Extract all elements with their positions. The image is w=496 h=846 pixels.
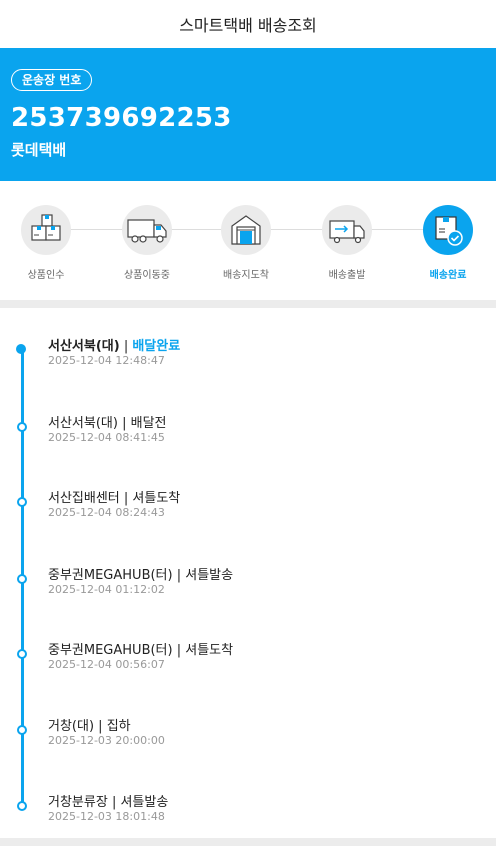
event-separator: | [172,568,186,583]
event-status: 배달완료 [132,339,181,354]
event-status: 셔틀발송 [120,795,169,810]
event-separator: | [172,643,186,658]
event-status: 셔틀발송 [185,568,234,583]
timeline-dot [17,649,27,659]
event-title: 거창(대) | 집하 [48,715,131,734]
event-location: 서산서북(대) [48,416,118,431]
step-label: 배송완료 [429,270,467,281]
timeline-event: 서산집배센터 | 셔틀도착 2025-12-04 08:24:43 [0,487,496,527]
event-status: 셔틀도착 [132,491,181,506]
step-label: 상품이동중 [124,270,170,281]
boxes-icon [21,205,71,255]
tracking-number-badge: 운송장 번호 [11,69,93,91]
timeline-dot [17,725,27,735]
timeline-event: 거창분류장 | 셔틀발송 2025-12-03 18:01:48 [0,791,496,831]
event-title: 거창분류장 | 셔틀발송 [48,791,168,810]
step-arrived: 배송지도착 [211,205,281,281]
step-label: 배송출발 [328,270,366,281]
event-separator: | [119,491,133,506]
event-title: 서산서북(대) | 배달완료 [48,335,180,354]
event-separator: | [94,719,107,734]
event-location: 중부권MEGAHUB(터) [48,643,173,658]
tracking-number: 253739692253 [11,103,232,133]
event-location: 서산집배센터 [48,491,120,506]
event-title: 서산집배센터 | 셔틀도착 [48,487,180,506]
timeline-dot [17,497,27,507]
event-title: 중부권MEGAHUB(터) | 셔틀도착 [48,639,233,658]
timeline-event: 중부권MEGAHUB(터) | 셔틀발송 2025-12-04 01:12:02 [0,564,496,604]
courier-name: 롯데택배 [11,141,67,159]
timeline-event: 중부권MEGAHUB(터) | 셔틀도착 2025-12-04 00:56:07 [0,639,496,679]
step-label: 배송지도착 [223,270,269,281]
page-title: 스마트택배 배송조회 [179,16,317,35]
event-status: 배달전 [130,416,167,431]
event-time: 2025-12-04 00:56:07 [48,658,165,671]
step-label: 상품인수 [27,270,65,281]
step-in-transit: 상품이동중 [112,205,182,281]
timeline-event: 서산서북(대) | 배달완료 2025-12-04 12:48:47 [0,335,496,375]
step-received: 상품인수 [11,205,81,281]
event-time: 2025-12-03 18:01:48 [48,810,165,823]
event-location: 거창분류장 [48,795,108,810]
event-separator: | [117,416,131,431]
event-time: 2025-12-04 01:12:02 [48,583,165,596]
tracking-timeline: 서산서북(대) | 배달완료 2025-12-04 12:48:47 서산서북(… [0,308,496,838]
tracking-summary: 운송장 번호 253739692253 롯데택배 [0,48,496,181]
truck-icon [122,205,172,255]
event-separator: | [107,795,121,810]
event-status: 집하 [106,719,131,734]
event-time: 2025-12-03 20:00:00 [48,734,165,747]
event-title: 서산서북(대) | 배달전 [48,412,167,431]
timeline-event: 서산서북(대) | 배달전 2025-12-04 08:41:45 [0,412,496,452]
step-delivered: 배송완료 [413,205,483,281]
timeline-event: 거창(대) | 집하 2025-12-03 20:00:00 [0,715,496,755]
delivery-van-icon [322,205,372,255]
event-location: 서산서북(대) [48,339,120,354]
step-out-for-delivery: 배송출발 [312,205,382,281]
event-time: 2025-12-04 08:41:45 [48,431,165,444]
event-time: 2025-12-04 12:48:47 [48,354,165,367]
event-separator: | [119,339,133,354]
delivery-progress: 상품인수 상품이동중 배송지도착 배송출발 배송완료 [0,181,496,300]
section-divider [0,300,496,308]
event-title: 중부권MEGAHUB(터) | 셔틀발송 [48,564,233,583]
warehouse-icon [221,205,271,255]
event-location: 거창(대) [48,719,95,734]
box-check-icon [423,205,473,255]
page-header: 스마트택배 배송조회 [0,0,496,48]
event-time: 2025-12-04 08:24:43 [48,506,165,519]
timeline-dot [17,801,27,811]
event-location: 중부권MEGAHUB(터) [48,568,173,583]
timeline-dot [17,422,27,432]
bottom-divider [0,838,496,846]
timeline-dot [16,344,26,354]
event-status: 셔틀도착 [185,643,234,658]
timeline-dot [17,574,27,584]
